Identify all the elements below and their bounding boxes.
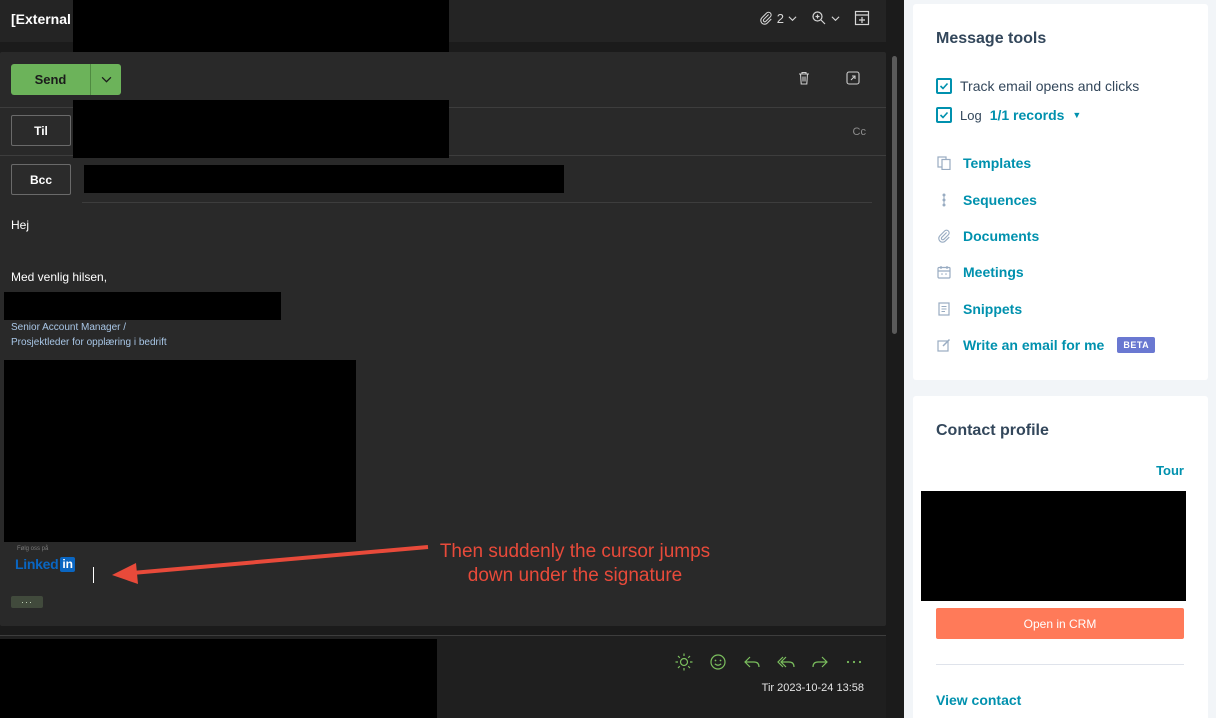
documents-label: Documents — [963, 228, 1040, 244]
track-label: Track email opens and clicks — [960, 78, 1140, 94]
email-subject: [External — [11, 11, 71, 27]
redacted-thread-sender — [0, 639, 437, 718]
open-in-crm-button[interactable]: Open in CRM — [936, 608, 1184, 639]
linkedin-in: in — [60, 556, 75, 572]
attachments-button[interactable]: 2 — [759, 11, 797, 26]
paperclip-icon — [936, 228, 952, 244]
smiley-icon[interactable] — [708, 652, 728, 672]
write-email-label: Write an email for me — [963, 337, 1105, 353]
attachment-count: 2 — [776, 10, 784, 26]
more-icon[interactable] — [844, 652, 864, 672]
beta-badge: BETA — [1117, 337, 1156, 353]
trash-icon[interactable] — [796, 70, 812, 86]
forward-icon[interactable] — [810, 652, 830, 672]
sequences-icon — [936, 192, 952, 208]
reply-icon[interactable] — [742, 652, 762, 672]
annotation-line-1: Then suddenly the cursor jumps — [439, 541, 711, 562]
track-opens-row[interactable]: Track email opens and clicks — [936, 78, 1139, 94]
reply-all-icon[interactable] — [776, 652, 796, 672]
zoom-button[interactable] — [811, 10, 840, 26]
email-pane: [External 2 Send Til Cc Bcc Hej Med venl… — [0, 0, 904, 718]
signature-title-1: Senior Account Manager / — [11, 322, 127, 333]
log-checkbox[interactable] — [936, 107, 952, 123]
chevron-down-icon — [101, 76, 111, 83]
send-button[interactable]: Send — [11, 64, 90, 95]
chevron-down-icon — [831, 15, 840, 21]
meetings-label: Meetings — [963, 264, 1024, 280]
thread-actions — [674, 652, 864, 672]
text-cursor — [93, 567, 94, 583]
templates-link[interactable]: Templates — [936, 155, 1031, 171]
log-label: Log — [960, 107, 982, 123]
track-checkbox[interactable] — [936, 78, 952, 94]
hubspot-sidebar: Message tools Track email opens and clic… — [904, 0, 1216, 718]
annotation-text: Then suddenly the cursor jumps down unde… — [420, 540, 730, 588]
bcc-button[interactable]: Bcc — [11, 164, 71, 195]
log-row[interactable]: Log 1/1 records ▼ — [936, 107, 1081, 123]
bcc-divider — [82, 202, 872, 203]
message-tools-card: Message tools Track email opens and clic… — [913, 4, 1208, 380]
body-greeting[interactable]: Hej — [11, 218, 29, 232]
sequences-link[interactable]: Sequences — [936, 192, 1037, 208]
checkmark-icon — [939, 82, 949, 90]
linkedin-word: Linked — [15, 556, 59, 572]
popout-icon[interactable] — [845, 70, 861, 86]
subject-toolbar: 2 — [759, 10, 870, 26]
paperclip-icon — [760, 11, 772, 25]
cc-link[interactable]: Cc — [853, 126, 866, 138]
templates-label: Templates — [963, 155, 1032, 171]
sun-icon[interactable] — [674, 652, 694, 672]
caret-down-icon: ▼ — [1072, 110, 1082, 120]
checkmark-icon — [939, 111, 949, 119]
tour-link[interactable]: Tour — [1156, 463, 1184, 478]
redacted-signature-name — [4, 292, 281, 320]
contact-profile-card: Contact profile Tour Open in CRM View co… — [913, 396, 1208, 718]
snippets-icon — [936, 301, 952, 317]
message-tools-title: Message tools — [936, 30, 1047, 47]
body-closing[interactable]: Med venlig hilsen, — [11, 270, 107, 284]
redacted-subject — [73, 0, 449, 55]
edit-icon — [936, 337, 952, 353]
redacted-bcc-recipients[interactable] — [84, 165, 564, 193]
chevron-down-icon — [788, 15, 797, 21]
contact-profile-title: Contact profile — [936, 422, 1049, 439]
annotation-line-2: down under the signature — [467, 565, 683, 586]
popout-button[interactable] — [854, 10, 870, 26]
write-email-link[interactable]: Write an email for me BETA — [936, 337, 1156, 353]
linkedin-logo[interactable]: Linked in — [15, 556, 75, 572]
view-contact-link[interactable]: View contact — [936, 692, 1021, 708]
expand-window-icon — [854, 10, 870, 26]
meetings-link[interactable]: Meetings — [936, 264, 1024, 280]
to-button[interactable]: Til — [11, 115, 71, 146]
send-options-button[interactable] — [90, 64, 121, 95]
thread-date: Tir 2023-10-24 13:58 — [761, 682, 864, 694]
signature-title-2: Prosjektleder for opplæring i bedrift — [11, 337, 167, 348]
scrollbar[interactable] — [892, 56, 897, 334]
contact-divider — [936, 664, 1184, 665]
sequences-label: Sequences — [963, 192, 1037, 208]
show-trimmed-button[interactable]: ··· — [11, 596, 43, 608]
redacted-to-recipients[interactable] — [73, 100, 449, 158]
follow-us-text: Følg oss på — [17, 546, 49, 552]
snippets-link[interactable]: Snippets — [936, 301, 1022, 317]
log-records-dropdown[interactable]: 1/1 records — [990, 107, 1065, 123]
snippets-label: Snippets — [963, 301, 1023, 317]
documents-link[interactable]: Documents — [936, 228, 1039, 244]
templates-icon — [936, 155, 952, 171]
zoom-icon — [812, 11, 826, 25]
redacted-contact-info — [921, 491, 1186, 601]
calendar-icon — [936, 264, 952, 280]
redacted-signature-image — [4, 360, 356, 542]
